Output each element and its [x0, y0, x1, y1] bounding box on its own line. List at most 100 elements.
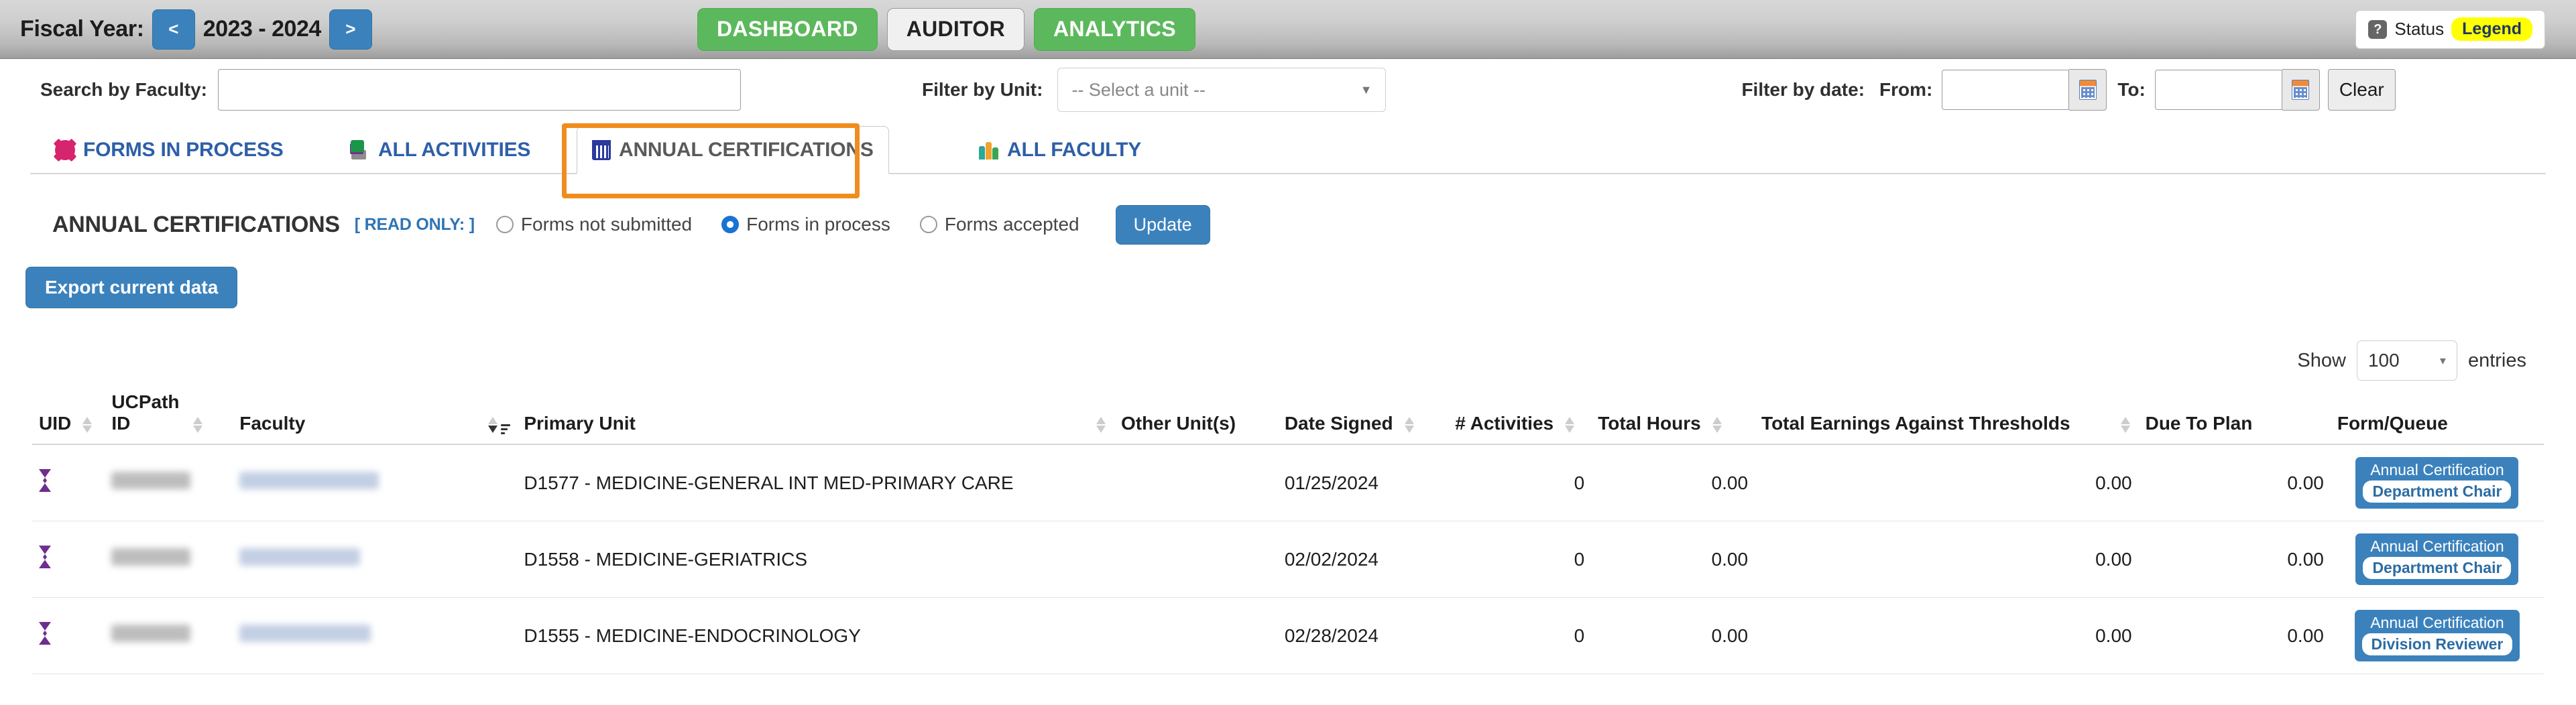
form-title: Annual Certification [2370, 461, 2504, 478]
tab-label: ALL ACTIVITIES [378, 139, 531, 161]
books-icon [350, 139, 370, 161]
calendar-from-button[interactable] [2069, 69, 2107, 111]
clear-dates-button[interactable]: Clear [2327, 69, 2396, 111]
calendar-to-button[interactable] [2282, 69, 2320, 111]
col-label: Form/Queue [2337, 413, 2448, 434]
cell-faculty [233, 444, 518, 522]
status-legend-button[interactable]: ? Status Legend [2355, 9, 2545, 49]
sort-icon [1563, 415, 1576, 434]
tab-annual-certifications[interactable]: ANNUAL CERTIFICATIONS [577, 126, 889, 174]
col-label: Total Earnings Against Thresholds [1761, 413, 2070, 434]
fiscal-year-prev-button[interactable]: < [152, 9, 195, 50]
cell-total-earnings: 0.00 [1755, 597, 2139, 675]
tab-all-faculty[interactable]: ALL FACULTY [964, 126, 1156, 174]
form-queue-button[interactable]: Annual Certification Department Chair [2355, 457, 2519, 509]
form-title: Annual Certification [2370, 614, 2504, 632]
col-header-ucpath-id[interactable]: UCPath ID [105, 391, 233, 445]
entries-label: entries [2467, 349, 2526, 371]
col-header-uid[interactable]: UID [32, 391, 105, 445]
redacted-value [111, 472, 191, 490]
cell-primary-unit: D1577 - MEDICINE-GENERAL INT MED-PRIMARY… [517, 444, 1114, 522]
record-icon[interactable] [39, 546, 51, 569]
tab-strip: FORMS IN PROCESS ALL ACTIVITIES ANNUAL C… [0, 125, 2576, 174]
form-queue-badge: Department Chair [2363, 480, 2512, 503]
cell-uid [32, 597, 105, 675]
show-label: Show [2297, 349, 2346, 371]
tab-all-activities[interactable]: ALL ACTIVITIES [335, 126, 545, 174]
main-nav: DASHBOARD AUDITOR ANALYTICS [697, 7, 1195, 51]
sort-icon [80, 415, 94, 434]
record-icon[interactable] [39, 469, 51, 493]
col-header-date-signed[interactable]: Date Signed [1277, 391, 1449, 445]
radio-forms-accepted[interactable]: Forms accepted [919, 214, 1079, 235]
col-label: Due To Plan [2145, 413, 2253, 434]
form-queue-button[interactable]: Annual Certification Division Reviewer [2354, 610, 2520, 662]
calendar-icon [2292, 80, 2310, 100]
cell-other-units [1114, 597, 1278, 675]
cell-total-earnings: 0.00 [1755, 521, 2139, 598]
gear-icon [55, 140, 75, 160]
col-label: Total Hours [1598, 413, 1701, 434]
export-current-data-button[interactable]: Export current data [25, 267, 238, 308]
sort-icon [191, 415, 204, 434]
fiscal-year-label: Fiscal Year: [20, 16, 144, 42]
col-header-num-activities[interactable]: # Activities [1448, 391, 1592, 445]
filter-by-date-label: Filter by date: [1741, 79, 1865, 100]
record-icon[interactable] [39, 622, 51, 645]
radio-forms-not-submitted[interactable]: Forms not submitted [495, 214, 692, 235]
unit-select-value: -- Select a unit -- [1071, 79, 1206, 100]
cell-date-signed: 02/28/2024 [1277, 597, 1449, 675]
col-header-faculty[interactable]: Faculty [233, 391, 518, 445]
redacted-value [239, 548, 361, 566]
show-entries-control: Show 100 ▾ entries [0, 340, 2576, 381]
section-header: ANNUAL CERTIFICATIONS [ READ ONLY: ] For… [0, 201, 2576, 248]
cell-due-to-plan: 0.00 [2138, 597, 2331, 675]
annual-certifications-table: UID UCPath ID Faculty Primary Unit Other… [32, 391, 2544, 675]
sort-icon [1710, 415, 1724, 434]
cell-total-hours: 0.00 [1591, 521, 1755, 598]
col-header-other-units[interactable]: Other Unit(s) [1114, 391, 1278, 445]
table-row[interactable]: D1558 - MEDICINE-GERIATRICS 02/02/2024 0… [32, 521, 2544, 598]
top-toolbar: Fiscal Year: < 2023 - 2024 > DASHBOARD A… [0, 0, 2576, 59]
tab-forms-in-process[interactable]: FORMS IN PROCESS [40, 126, 298, 174]
nav-dashboard-button[interactable]: DASHBOARD [697, 7, 878, 51]
unit-select[interactable]: -- Select a unit -- ▼ [1057, 68, 1387, 112]
col-header-primary-unit[interactable]: Primary Unit [517, 391, 1114, 445]
nav-analytics-button[interactable]: ANALYTICS [1034, 7, 1195, 51]
table-row[interactable]: D1555 - MEDICINE-ENDOCRINOLOGY 02/28/202… [32, 597, 2544, 675]
legend-badge: Legend [2451, 17, 2532, 41]
form-queue-button[interactable]: Annual Certification Department Chair [2355, 533, 2519, 586]
calendar-icon [2079, 80, 2097, 100]
table-row[interactable]: D1577 - MEDICINE-GENERAL INT MED-PRIMARY… [32, 444, 2544, 522]
col-label: Faculty [239, 413, 306, 434]
cell-date-signed: 01/25/2024 [1277, 444, 1449, 522]
people-icon [979, 139, 999, 161]
col-header-total-hours[interactable]: Total Hours [1591, 391, 1755, 445]
search-input[interactable] [217, 69, 741, 111]
cell-due-to-plan: 0.00 [2138, 444, 2331, 522]
radio-label: Forms accepted [944, 214, 1079, 235]
sort-icon [1094, 415, 1108, 434]
cell-uid [32, 521, 105, 598]
cell-form-queue: Annual Certification Department Chair [2330, 521, 2544, 598]
sort-icon [1403, 415, 1416, 434]
cell-other-units [1114, 521, 1278, 598]
entries-per-page-select[interactable]: 100 ▾ [2356, 340, 2457, 381]
sort-bars-icon [501, 424, 511, 434]
col-header-total-earnings[interactable]: Total Earnings Against Thresholds [1755, 391, 2139, 445]
nav-auditor-button[interactable]: AUDITOR [886, 7, 1024, 51]
radio-forms-in-process[interactable]: Forms in process [721, 214, 890, 235]
date-to-input[interactable] [2154, 70, 2282, 110]
chevron-down-icon: ▾ [2439, 353, 2446, 367]
cell-ucpath-id [105, 521, 233, 598]
redacted-value [239, 625, 371, 643]
tab-label: ANNUAL CERTIFICATIONS [619, 138, 874, 161]
fiscal-year-value: 2023 - 2024 [202, 16, 322, 42]
date-from-input[interactable] [1942, 70, 2070, 110]
cell-total-earnings: 0.00 [1755, 444, 2139, 522]
col-header-due-to-plan[interactable]: Due To Plan [2138, 391, 2331, 445]
update-button[interactable]: Update [1115, 204, 1210, 245]
sort-icon [2119, 415, 2132, 434]
fiscal-year-next-button[interactable]: > [329, 9, 372, 50]
search-by-faculty-label: Search by Faculty: [40, 79, 207, 100]
